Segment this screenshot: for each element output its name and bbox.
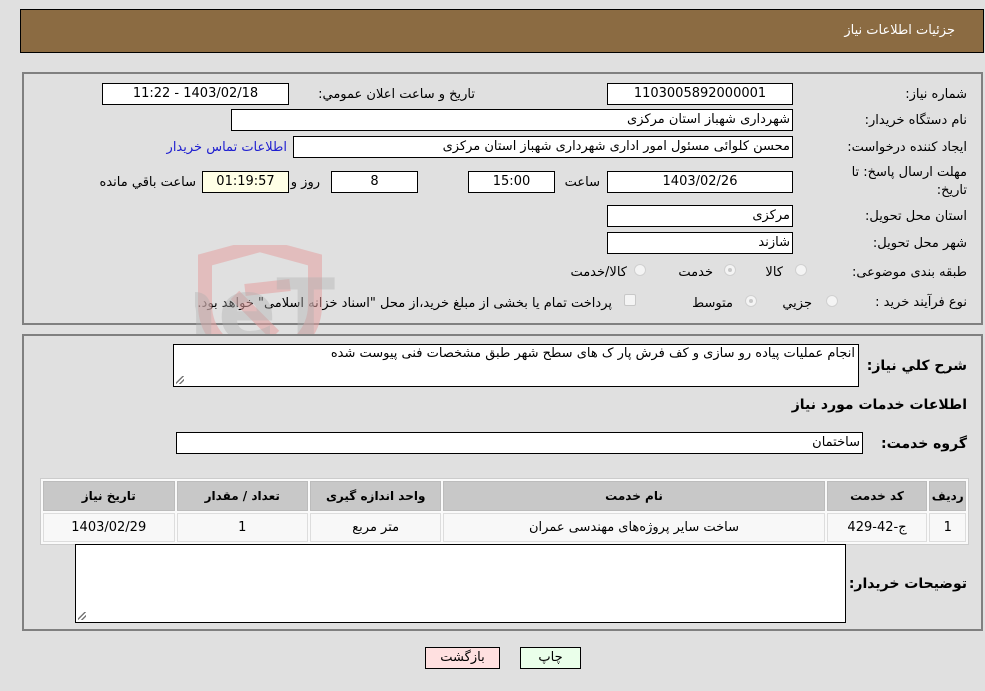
buyer-org-field: شهرداری شهباز استان مرکزی — [231, 109, 793, 131]
creator-label: ایجاد کننده درخواست: — [847, 140, 967, 155]
col-need-date: تاريخ نياز — [43, 481, 175, 511]
category-radio-service[interactable] — [724, 264, 736, 276]
col-row-number: رديف — [929, 481, 966, 511]
cell-unit: متر مربع — [309, 513, 442, 542]
cell-row-number: 1 — [929, 513, 966, 542]
buyer-notes-textarea[interactable] — [75, 544, 846, 623]
process-option-minor: جزیي — [782, 296, 812, 311]
days-remaining-field: 8 — [331, 171, 418, 193]
service-group-field: ساختمان — [176, 432, 863, 454]
service-group-label: گروه خدمت: — [881, 436, 967, 452]
buyer-notes-label: توضيحات خريدار: — [848, 576, 967, 592]
description-text: انجام عملیات پیاده رو سازی و کف فرش پار … — [330, 346, 855, 361]
table-header-row: رديف كد خدمت نام خدمت واحد اندازه گيری ت… — [43, 481, 966, 511]
col-unit: واحد اندازه گيری — [309, 481, 442, 511]
description-textarea[interactable]: انجام عملیات پیاده رو سازی و کف فرش پار … — [173, 344, 859, 387]
category-label: طبقه بندی موضوعی: — [851, 265, 967, 280]
need-number-label: شماره نیاز: — [905, 87, 967, 102]
announce-datetime-field: 1403/02/18 - 11:22 — [102, 83, 289, 105]
cell-need-date: 1403/02/29 — [43, 513, 175, 542]
resize-grip-icon[interactable] — [78, 612, 86, 620]
buyer-contact-link[interactable]: اطلاعات تماس خریدار — [167, 140, 287, 155]
col-service-code: كد خدمت — [826, 481, 928, 511]
cell-quantity: 1 — [176, 513, 308, 542]
buyer-org-label: نام دستگاه خریدار: — [864, 113, 967, 128]
resize-grip-icon[interactable] — [176, 376, 184, 384]
page-header: جزئیات اطلاعات نیاز — [20, 9, 984, 53]
deadline-time-label: ساعت — [564, 175, 600, 190]
need-number-field: 1103005892000001 — [607, 83, 793, 105]
process-label: نوع فرآیند خرید : — [875, 295, 967, 310]
deadline-label: مهلت ارسال پاسخ: تا تاریخ: — [851, 165, 967, 198]
cell-service-code: ج-42-429 — [826, 513, 928, 542]
services-table: رديف كد خدمت نام خدمت واحد اندازه گيری ت… — [40, 478, 969, 545]
deadline-time-field: 15:00 — [468, 171, 555, 193]
back-button[interactable]: بازگشت — [425, 647, 500, 669]
city-label: شهر محل تحویل: — [872, 236, 967, 251]
treasury-note: پرداخت تمام یا بخشی از مبلغ خرید،از محل … — [197, 296, 612, 311]
col-quantity: تعداد / مقدار — [176, 481, 308, 511]
creator-field: محسن کلوائی مسئول امور اداری شهرداری شهب… — [293, 136, 793, 158]
deadline-date-field: 1403/02/26 — [607, 171, 793, 193]
category-option-service: خدمت — [678, 265, 713, 280]
process-radio-medium[interactable] — [745, 295, 757, 307]
cell-service-name: ساخت سایر پروژه‌های مهندسی عمران — [443, 513, 825, 542]
process-option-medium: متوسط — [692, 296, 733, 311]
services-heading: اطلاعات خدمات مورد نياز — [791, 397, 967, 413]
days-label: روز و — [290, 175, 320, 190]
page-title: جزئیات اطلاعات نیاز — [844, 23, 955, 38]
print-button[interactable]: چاپ — [520, 647, 581, 669]
process-radio-minor[interactable] — [826, 295, 838, 307]
treasury-checkbox[interactable] — [624, 294, 636, 306]
remaining-time-field: 01:19:57 — [202, 171, 289, 193]
city-field: شازند — [607, 232, 793, 254]
category-radio-goods[interactable] — [795, 264, 807, 276]
category-option-goods: کالا — [765, 265, 783, 280]
description-label: شرح كلي نياز: — [866, 358, 967, 374]
col-service-name: نام خدمت — [443, 481, 825, 511]
announce-label: تاریخ و ساعت اعلان عمومي: — [318, 87, 475, 102]
province-label: استان محل تحویل: — [865, 209, 967, 224]
province-field: مرکزی — [607, 205, 793, 227]
category-radio-goods-service[interactable] — [634, 264, 646, 276]
table-row: 1 ج-42-429 ساخت سایر پروژه‌های مهندسی عم… — [43, 513, 966, 542]
category-option-goods-service: کالا/خدمت — [570, 265, 627, 280]
remaining-time-label: ساعت باقي مانده — [99, 175, 196, 190]
